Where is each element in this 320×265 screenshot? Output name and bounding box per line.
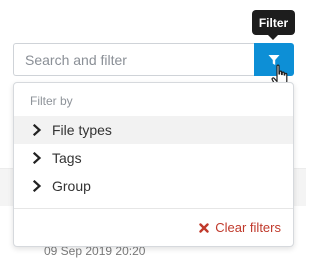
dropdown-heading: Filter by (30, 94, 73, 108)
filter-option-tags[interactable]: Tags (14, 144, 293, 172)
filter-option-file-types[interactable]: File types (14, 116, 293, 144)
page: 09 Sep 2019 20:20 Filter Filter by File … (0, 0, 306, 265)
close-icon (199, 222, 209, 233)
clear-filters-label: Clear filters (215, 220, 281, 235)
dropdown-divider (14, 208, 293, 209)
chevron-right-icon (32, 180, 42, 192)
filter-option-label: Tags (52, 150, 82, 166)
search-input[interactable] (13, 43, 254, 76)
chevron-right-icon (32, 152, 42, 164)
filter-option-group[interactable]: Group (14, 172, 293, 200)
tooltip-arrow (268, 35, 278, 40)
filter-dropdown: Filter by File types Tags Group Clear fi… (13, 82, 294, 247)
filter-option-label: File types (52, 122, 112, 138)
filter-tooltip: Filter (252, 10, 295, 35)
chevron-right-icon (32, 124, 42, 136)
search-bar (13, 43, 294, 76)
filter-option-label: Group (52, 178, 91, 194)
clear-filters-button[interactable]: Clear filters (199, 220, 281, 235)
